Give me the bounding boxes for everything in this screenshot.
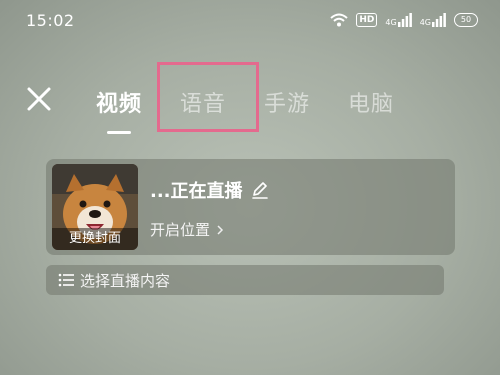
active-tab-indicator (107, 131, 131, 134)
live-title-text: ...正在直播 (150, 181, 243, 202)
live-title[interactable]: ...正在直播 (150, 177, 269, 203)
change-cover-label: 更换封面 (52, 228, 138, 250)
status-icons: HD 4G 4G 50 (330, 13, 478, 27)
tab-label: 电脑 (348, 92, 395, 117)
tab-computer[interactable]: 电脑 (348, 86, 394, 118)
tab-mobile-game[interactable]: 手游 (264, 86, 310, 118)
list-icon (58, 273, 74, 287)
status-bar: 15:02 HD 4G 4G 50 (0, 0, 500, 40)
live-info-card: 更换封面 ...正在直播 开启位置 (46, 159, 455, 255)
location-toggle[interactable]: 开启位置 (150, 219, 224, 240)
signal-icon: 4G (385, 13, 412, 27)
wifi-icon (330, 13, 349, 27)
network-type-label: 4G (385, 18, 397, 27)
tab-label: 手游 (264, 92, 311, 117)
signal-icon: 4G (420, 13, 446, 27)
close-icon[interactable] (26, 86, 52, 112)
battery-icon: 50 (454, 13, 478, 27)
pencil-icon[interactable] (251, 181, 269, 199)
chevron-right-icon (217, 224, 224, 235)
tab-label: 视频 (96, 92, 143, 117)
location-label: 开启位置 (150, 221, 211, 239)
tab-video[interactable]: 视频 (96, 86, 143, 134)
network-type-label: 4G (419, 18, 431, 27)
hd-icon: HD (356, 13, 378, 27)
voice-tab-highlight (157, 62, 259, 132)
battery-level: 50 (460, 15, 472, 24)
cover-image[interactable]: 更换封面 (52, 164, 138, 250)
status-time: 15:02 (26, 10, 75, 30)
select-live-content-label: 选择直播内容 (80, 271, 171, 290)
select-live-content-button[interactable]: 选择直播内容 (46, 265, 444, 295)
